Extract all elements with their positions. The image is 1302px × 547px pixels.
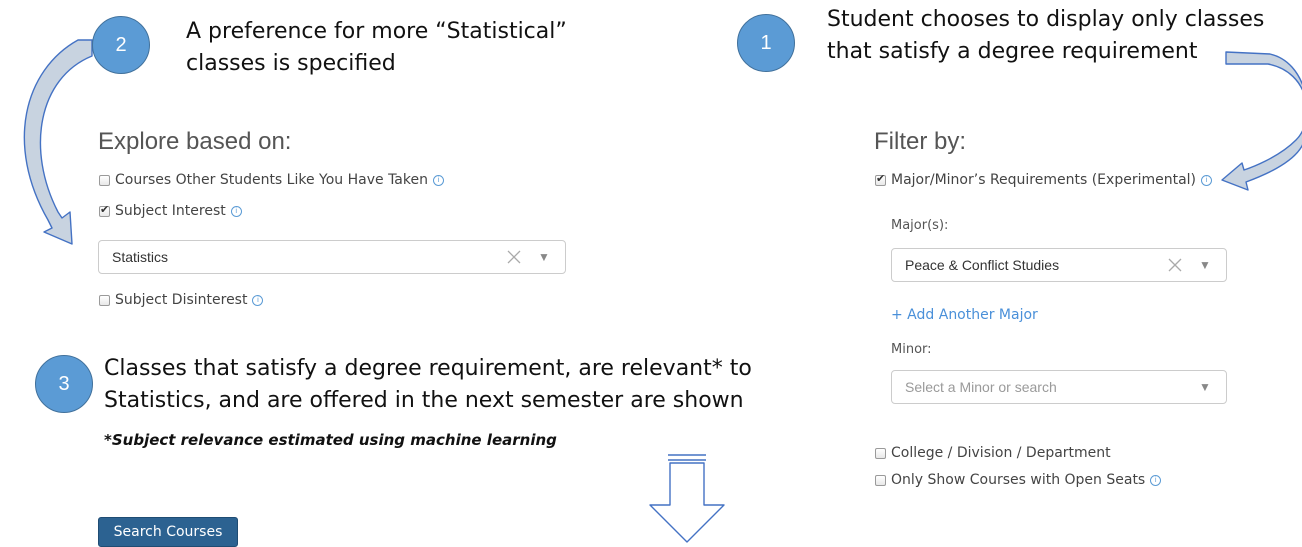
info-icon[interactable]: i [252,294,264,306]
step-2-number: 2 [115,33,127,56]
college-checkbox[interactable] [875,447,886,459]
major-select[interactable]: Peace & Conflict Studies ▼ [891,248,1227,282]
down-arrow-results [649,454,725,543]
step-2-badge: 2 [92,16,150,74]
curved-arrow-step2 [23,39,93,245]
step-1-line1: Student chooses to display only classes [827,7,1265,32]
curved-arrow-step1 [1221,51,1302,191]
step-3-note: *Subject relevance estimated using machi… [104,431,557,449]
close-icon[interactable] [505,248,523,266]
step-1-line2: that satisfy a degree requirement [827,39,1198,64]
option-similar-students[interactable]: Courses Other Students Like You Have Tak… [99,172,444,188]
info-icon[interactable]: i [432,174,444,186]
check-icon: ✔ [100,202,110,216]
subject-interest-select[interactable]: Statistics ▼ [98,240,566,274]
step-1-caption: Student chooses to display only classes … [827,4,1302,68]
add-another-major-link[interactable]: + Add Another Major [891,307,1038,323]
step-3-line1: Classes that satisfy a degree requiremen… [104,356,752,381]
subject-disinterest-label: Subject Disinterest [115,292,248,308]
majors-label: Major(s): [891,218,949,233]
similar-students-label: Courses Other Students Like You Have Tak… [115,172,428,188]
requirements-checkbox[interactable]: ✔ [875,171,886,186]
college-label: College / Division / Department [891,445,1111,461]
close-icon[interactable] [1166,256,1184,274]
minor-placeholder: Select a Minor or search [905,379,1057,395]
option-subject-disinterest[interactable]: Subject Disinterest i [99,292,264,308]
subject-interest-checkbox[interactable]: ✔ [99,202,110,217]
step-3-line2: Statistics, and are offered in the next … [104,388,744,413]
subject-interest-value: Statistics [112,249,169,265]
step-1-badge: 1 [737,14,795,72]
step-2-line2: classes is specified [186,51,396,76]
explore-title: Explore based on: [98,128,292,155]
step-2-line1: A preference for more “Statistical” [186,19,567,44]
info-icon[interactable]: i [1150,474,1162,486]
info-icon[interactable]: i [1201,174,1213,186]
minor-select[interactable]: Select a Minor or search ▼ [891,370,1227,404]
search-courses-button[interactable]: Search Courses [98,517,238,547]
check-icon: ✔ [876,171,886,185]
minor-label: Minor: [891,342,932,357]
info-icon[interactable]: i [230,205,242,217]
option-open-seats[interactable]: Only Show Courses with Open Seats i [875,472,1162,488]
step-2-caption: A preference for more “Statistical” clas… [186,16,626,80]
option-college-division[interactable]: College / Division / Department [875,445,1111,461]
similar-students-checkbox[interactable] [99,174,110,186]
option-major-minor-requirements[interactable]: ✔ Major/Minor’s Requirements (Experiment… [875,171,1213,188]
major-value: Peace & Conflict Studies [905,257,1060,273]
subject-disinterest-checkbox[interactable] [99,294,110,306]
step-3-number: 3 [58,372,70,395]
step-3-caption: Classes that satisfy a degree requiremen… [104,353,844,417]
triangle-down-icon[interactable]: ▼ [537,250,551,264]
open-seats-checkbox[interactable] [875,474,886,486]
step-3-badge: 3 [35,355,93,413]
option-subject-interest[interactable]: ✔ Subject Interest i [99,203,242,219]
triangle-down-icon[interactable]: ▼ [1198,380,1212,394]
requirements-label: Major/Minor’s Requirements (Experimental… [891,172,1197,188]
step-1-number: 1 [760,31,772,54]
open-seats-label: Only Show Courses with Open Seats [891,472,1146,488]
filter-title: Filter by: [874,128,967,155]
subject-interest-label: Subject Interest [115,203,226,219]
triangle-down-icon[interactable]: ▼ [1198,258,1212,272]
